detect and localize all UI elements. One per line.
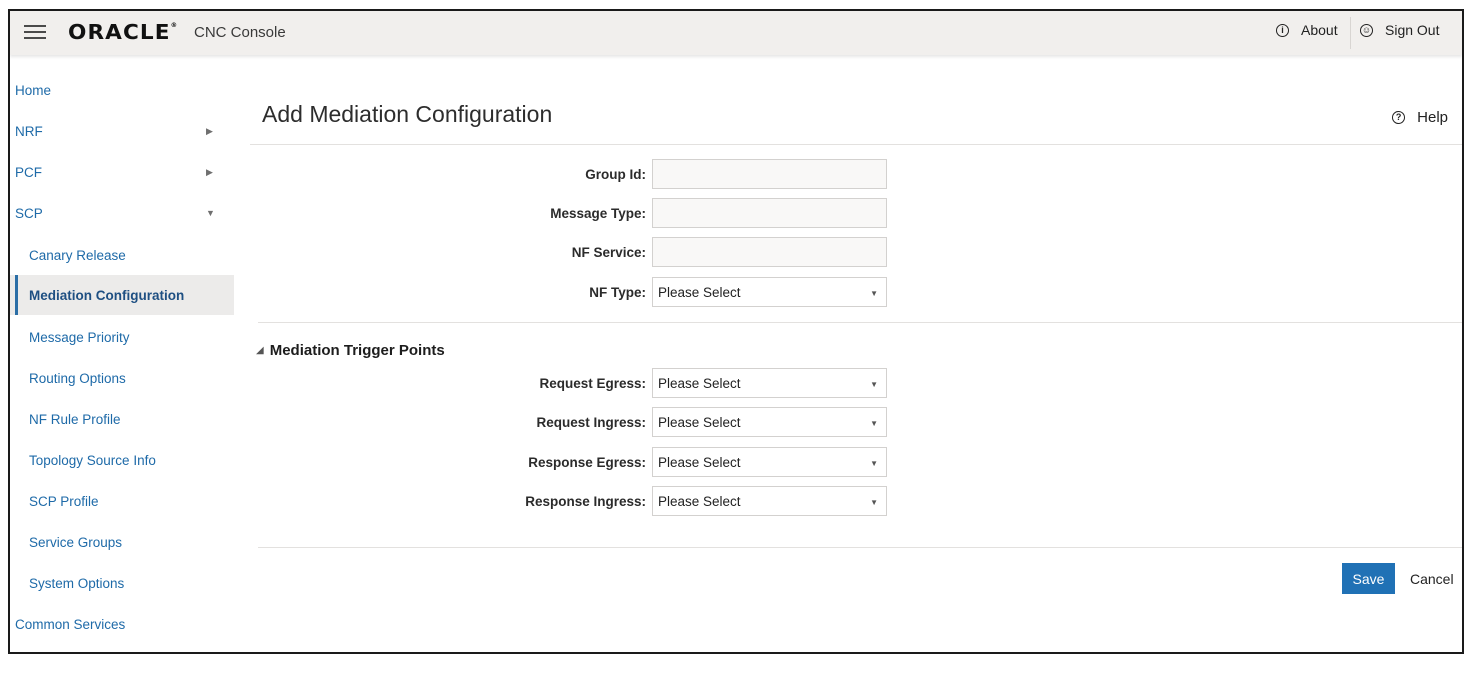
sidebar-item-label: Common Services xyxy=(15,616,126,632)
sidebar-item-label: NRF xyxy=(15,123,43,139)
user-icon: ☺ xyxy=(1360,23,1373,37)
page-title: Add Mediation Configuration xyxy=(262,101,553,127)
sidebar-item-label: Canary Release xyxy=(29,247,126,263)
chevron-down-icon: ▼ xyxy=(206,208,215,218)
hamburger-menu-icon[interactable] xyxy=(24,25,46,40)
sidebar-item-label: Mediation Configuration xyxy=(29,287,185,303)
chevron-down-icon: ▼ xyxy=(870,459,878,468)
chevron-down-icon: ▼ xyxy=(870,419,878,428)
sidebar-item-mediation-configuration[interactable]: Mediation Configuration xyxy=(10,275,234,315)
nf-service-input[interactable] xyxy=(652,237,887,267)
title-divider xyxy=(250,144,1462,145)
about-link[interactable]: i About xyxy=(1276,22,1338,38)
sidebar-item-label: SCP Profile xyxy=(29,493,99,509)
response-egress-select[interactable]: Please Select ▼ xyxy=(652,447,887,477)
mediation-trigger-points-header[interactable]: ◢ Mediation Trigger Points xyxy=(256,342,445,359)
sidebar-item-label: NF Rule Profile xyxy=(29,411,121,427)
sidebar-item-topology-source-info[interactable]: Topology Source Info xyxy=(10,440,234,480)
sidebar-item-label: Home xyxy=(15,82,52,98)
form-divider xyxy=(258,322,1462,323)
footer-divider xyxy=(258,547,1462,548)
sidebar-item-pcf[interactable]: PCF ▶ xyxy=(10,152,234,192)
message-type-label: Message Type: xyxy=(550,205,646,221)
top-header: ORACLE® CNC Console i About ☺ Sign Out xyxy=(10,11,1462,55)
sidebar-item-service-groups[interactable]: Service Groups xyxy=(10,522,234,562)
request-egress-label: Request Egress: xyxy=(539,375,646,391)
sidebar-item-system-options[interactable]: System Options xyxy=(10,563,234,603)
nf-service-row: NF Service: xyxy=(250,237,887,267)
request-egress-value: Please Select xyxy=(658,375,741,391)
sidebar-item-nrf[interactable]: NRF ▶ xyxy=(10,111,234,151)
sidebar-item-common-services[interactable]: Common Services xyxy=(10,604,234,644)
request-egress-row: Request Egress: Please Select ▼ xyxy=(250,368,887,398)
sign-out-link[interactable]: ☺ Sign Out xyxy=(1360,22,1439,38)
main-content: Add Mediation Configuration ? Help Group… xyxy=(250,55,1462,652)
chevron-right-icon: ▶ xyxy=(206,125,213,136)
sidebar-item-message-priority[interactable]: Message Priority xyxy=(10,317,234,357)
help-label: Help xyxy=(1417,109,1448,126)
request-ingress-row: Request Ingress: Please Select ▼ xyxy=(250,407,887,437)
sidebar-nav: Home NRF ▶ PCF ▶ SCP ▼ Canary Release Media… xyxy=(10,55,234,652)
oracle-logo: ORACLE® xyxy=(68,20,179,44)
sidebar-item-label: Message Priority xyxy=(29,329,130,345)
request-ingress-value: Please Select xyxy=(658,414,741,430)
request-egress-select[interactable]: Please Select ▼ xyxy=(652,368,887,398)
response-ingress-select[interactable]: Please Select ▼ xyxy=(652,486,887,516)
request-ingress-select[interactable]: Please Select ▼ xyxy=(652,407,887,437)
info-icon: i xyxy=(1276,23,1289,37)
app-window: ORACLE® CNC Console i About ☺ Sign Out H… xyxy=(8,9,1464,654)
sidebar-item-routing-options[interactable]: Routing Options xyxy=(10,358,234,398)
logo-text: ORACLE xyxy=(68,20,171,44)
response-egress-value: Please Select xyxy=(658,454,741,470)
chevron-down-icon: ▼ xyxy=(870,289,878,298)
cancel-button[interactable]: Cancel xyxy=(1400,563,1462,594)
nf-service-label: NF Service: xyxy=(571,244,646,260)
response-ingress-label: Response Ingress: xyxy=(525,493,646,509)
sidebar-item-label: Routing Options xyxy=(29,370,126,386)
response-egress-label: Response Egress: xyxy=(528,454,646,470)
about-label: About xyxy=(1301,22,1338,38)
sidebar-item-label: PCF xyxy=(15,164,42,180)
request-ingress-label: Request Ingress: xyxy=(536,414,646,430)
chevron-right-icon: ▶ xyxy=(206,166,213,177)
sidebar-item-nf-rule-profile[interactable]: NF Rule Profile xyxy=(10,399,234,439)
header-divider xyxy=(1350,17,1351,49)
group-id-label: Group Id: xyxy=(585,166,646,182)
chevron-down-icon: ▼ xyxy=(870,498,878,507)
nf-type-select[interactable]: Please Select ▼ xyxy=(652,277,887,307)
sidebar-item-label: SCP xyxy=(15,205,43,221)
help-link[interactable]: ? Help xyxy=(1392,109,1448,126)
help-icon: ? xyxy=(1392,111,1406,124)
sidebar-item-label: System Options xyxy=(29,575,125,591)
nf-type-row: NF Type: Please Select ▼ xyxy=(250,277,887,307)
nf-type-label: NF Type: xyxy=(589,284,646,300)
message-type-input[interactable] xyxy=(652,198,887,228)
response-egress-row: Response Egress: Please Select ▼ xyxy=(250,447,887,477)
save-button[interactable]: Save xyxy=(1342,563,1395,594)
group-id-row: Group Id: xyxy=(250,159,887,189)
nf-type-value: Please Select xyxy=(658,284,741,300)
sidebar-item-label: Service Groups xyxy=(29,534,123,550)
collapse-triangle-icon: ◢ xyxy=(256,345,264,356)
sidebar-item-scp[interactable]: SCP ▼ xyxy=(10,193,234,233)
sidebar-item-scp-profile[interactable]: SCP Profile xyxy=(10,481,234,521)
group-id-input[interactable] xyxy=(652,159,887,189)
response-ingress-row: Response Ingress: Please Select ▼ xyxy=(250,486,887,516)
section-title: Mediation Trigger Points xyxy=(269,342,445,359)
chevron-down-icon: ▼ xyxy=(870,380,878,389)
sidebar-item-label: Topology Source Info xyxy=(29,452,156,468)
product-name: CNC Console xyxy=(194,24,286,41)
response-ingress-value: Please Select xyxy=(658,493,741,509)
sidebar-item-home[interactable]: Home xyxy=(10,70,234,110)
sidebar-item-canary-release[interactable]: Canary Release xyxy=(10,235,234,275)
sign-out-label: Sign Out xyxy=(1385,22,1440,38)
message-type-row: Message Type: xyxy=(250,198,887,228)
